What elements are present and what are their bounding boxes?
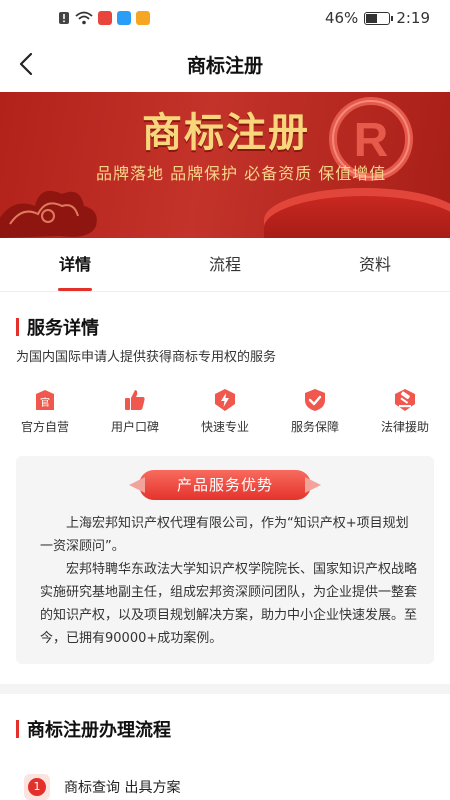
alert-icon <box>59 12 69 24</box>
advantages-card: 产品服务优势 上海宏邦知识产权代理有限公司，作为“知识产权+项目规划一资深顾问”… <box>16 456 434 664</box>
feature-label: 用户口碑 <box>110 420 159 434</box>
process-step: 1 商标查询 出具方案 <box>24 774 180 800</box>
chevron-left-icon[interactable] <box>14 50 42 78</box>
gavel-icon <box>395 389 415 411</box>
step-label: 商标查询 出具方案 <box>64 780 181 796</box>
advantages-paragraph-2: 宏邦特聘华东政法大学知识产权学院院长、国家知识产权战略实施研究基地副主任，组成宏… <box>40 562 418 646</box>
feature-label: 快速专业 <box>200 420 249 434</box>
advantages-text: 上海宏邦知识产权代理有限公司，作为“知识产权+项目规划一资深顾问”。 宏邦特聘华… <box>40 512 418 650</box>
process-section-title: 商标注册办理流程 <box>27 720 171 741</box>
tab-process[interactable]: 流程 <box>150 238 300 291</box>
banner-title: 商标注册 <box>142 110 310 156</box>
section-marker <box>16 318 19 336</box>
feature-item-reputation: 用户口碑 <box>90 388 180 442</box>
step-number-badge: 1 <box>24 774 50 800</box>
page-title: 商标注册 <box>186 54 263 77</box>
feature-label: 官方自营 <box>20 420 69 434</box>
feature-item-guarantee: 服务保障 <box>270 388 360 442</box>
section-marker <box>16 720 19 738</box>
tab-bar: 详情 流程 资料 <box>0 238 450 292</box>
step-number: 1 <box>28 778 46 796</box>
feature-item-official: 官 官方自营 <box>0 388 90 442</box>
detail-description: 为国内国际申请人提供获得商标专用权的服务 <box>16 350 277 365</box>
battery-icon <box>364 11 394 25</box>
battery-fill <box>366 13 378 23</box>
pedestal-decoration <box>264 188 450 238</box>
search-app-icon <box>117 11 131 25</box>
status-bar: 46% 2:19 <box>0 0 450 36</box>
official-icon: 官 <box>36 390 54 410</box>
feature-list: 官 官方自营 用户口碑 快速专业 服务保障 法律援助 <box>0 388 450 442</box>
feature-label: 法律援助 <box>380 420 429 434</box>
feature-label: 服务保障 <box>290 420 339 434</box>
cloud-decoration-icon <box>0 191 97 238</box>
thumbs-up-icon <box>125 390 145 410</box>
tab-materials[interactable]: 资料 <box>300 238 450 291</box>
lightning-icon <box>215 389 235 411</box>
section-divider <box>0 684 450 694</box>
svg-text:官: 官 <box>40 396 50 409</box>
clock: 2:19 <box>396 9 430 27</box>
feature-item-legal: 法律援助 <box>360 388 450 442</box>
feature-item-fast: 快速专业 <box>180 388 270 442</box>
detail-section-header: 服务详情 <box>16 314 99 340</box>
shield-check-icon <box>305 389 325 411</box>
battery-percent: 46% <box>324 9 359 27</box>
nav-bar: 商标注册 <box>0 36 450 92</box>
process-section-header: 商标注册办理流程 <box>16 716 171 742</box>
detail-section-title: 服务详情 <box>27 318 99 339</box>
advantages-title: 产品服务优势 <box>139 470 311 500</box>
video-app-icon <box>136 11 150 25</box>
advantages-paragraph-1: 上海宏邦知识产权代理有限公司，作为“知识产权+项目规划一资深顾问”。 <box>40 516 409 554</box>
banner-subtitle: 品牌落地 品牌保护 必备资质 保值增值 <box>96 164 387 183</box>
app-icon-red <box>98 11 112 25</box>
tab-details[interactable]: 详情 <box>0 238 150 291</box>
wifi-icon <box>75 11 93 25</box>
hero-banner: R 商标注册 品牌落地 品牌保护 必备资质 保值增值 <box>0 92 450 238</box>
status-icons <box>58 11 150 25</box>
